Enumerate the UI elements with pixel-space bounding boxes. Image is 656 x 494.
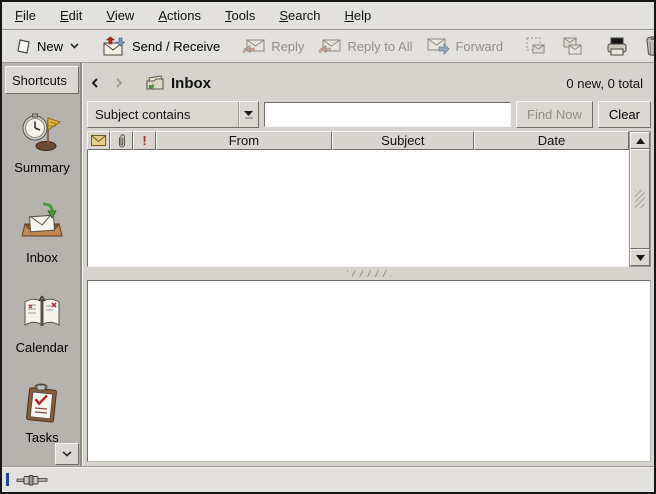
copy-message-icon <box>561 36 583 56</box>
status-bar <box>2 466 654 492</box>
delete-button[interactable] <box>636 31 656 61</box>
sidebar-item-label: Calendar <box>16 340 69 355</box>
attachment-icon <box>118 134 126 148</box>
search-bar: Subject contains Find Now Clear <box>87 101 651 128</box>
folder-title: Inbox <box>171 75 211 92</box>
message-list-area: ! From Subject Date <box>87 131 651 267</box>
reply-button[interactable]: Reply <box>235 33 311 60</box>
reply-all-icon <box>318 37 342 56</box>
calendar-book-icon <box>19 290 65 336</box>
sidebar-item-label: Summary <box>14 160 70 175</box>
reply-label: Reply <box>271 39 304 54</box>
delete-icon <box>643 35 656 57</box>
splitter-grip-icon <box>347 270 391 277</box>
move-message-icon <box>525 36 547 56</box>
scroll-up-button[interactable] <box>630 132 650 149</box>
find-now-button[interactable]: Find Now <box>516 101 593 128</box>
forward-label: Forward <box>455 39 503 54</box>
sidebar-item-calendar[interactable]: Calendar <box>2 290 82 355</box>
reply-to-all-label: Reply to All <box>347 39 412 54</box>
main-toolbar: New Send / Receive <box>2 30 654 63</box>
forward-icon <box>426 37 450 56</box>
evolution-window: File Edit View Actions Tools Search Help… <box>0 0 656 494</box>
summary-clock-icon <box>19 110 65 156</box>
progress-tick <box>6 473 9 486</box>
menu-edit[interactable]: Edit <box>51 3 91 29</box>
content-area: Shortcuts <box>2 63 654 466</box>
mail-view: Inbox 0 new, 0 total Subject contains Fi… <box>83 63 654 466</box>
column-message-status[interactable] <box>87 131 110 150</box>
folder-header: Inbox 0 new, 0 total <box>87 68 651 98</box>
shortcuts-group-button[interactable]: Shortcuts <box>5 66 79 94</box>
message-status-icon <box>91 135 106 146</box>
reply-to-all-button[interactable]: Reply to All <box>311 33 419 60</box>
shortcut-bar-scroll-down-button[interactable] <box>55 443 79 465</box>
column-priority[interactable]: ! <box>133 131 156 150</box>
sidebar-item-label: Tasks <box>25 430 58 445</box>
message-table-header: ! From Subject Date <box>87 131 629 150</box>
message-counts: 0 new, 0 total <box>566 76 647 91</box>
column-subject[interactable]: Subject <box>332 131 474 150</box>
chevron-down-icon <box>70 43 79 49</box>
pane-splitter[interactable] <box>87 267 651 280</box>
move-message-button[interactable] <box>518 32 554 60</box>
menu-view[interactable]: View <box>97 3 143 29</box>
dropdown-arrow-icon <box>238 102 258 127</box>
send-receive-label: Send / Receive <box>132 39 220 54</box>
message-preview-pane[interactable] <box>87 280 651 462</box>
copy-message-button[interactable] <box>554 32 590 60</box>
column-from[interactable]: From <box>156 131 332 150</box>
message-list-body[interactable] <box>87 150 629 267</box>
menu-search[interactable]: Search <box>270 3 329 29</box>
send-receive-button[interactable]: Send / Receive <box>94 32 227 60</box>
tasks-clipboard-icon <box>19 380 65 426</box>
back-button[interactable] <box>91 73 111 93</box>
sidebar-item-inbox[interactable]: Inbox <box>2 200 82 265</box>
search-criteria-dropdown[interactable]: Subject contains <box>87 101 259 128</box>
menu-file[interactable]: File <box>6 3 45 29</box>
reply-icon <box>242 37 266 56</box>
scrollbar-grip <box>635 190 645 208</box>
menu-tools[interactable]: Tools <box>216 3 264 29</box>
print-icon <box>605 36 629 57</box>
shortcut-list: Summary Inbox <box>2 94 82 466</box>
inbox-folder-icon <box>145 74 165 92</box>
new-button[interactable]: New <box>9 34 86 59</box>
sidebar-item-summary[interactable]: Summary <box>2 110 82 175</box>
new-button-label: New <box>37 39 63 54</box>
forward-button[interactable]: Forward <box>419 33 510 60</box>
shortcut-bar: Shortcuts <box>2 63 83 466</box>
sidebar-item-label: Inbox <box>26 250 58 265</box>
menu-bar: File Edit View Actions Tools Search Help <box>2 2 654 30</box>
search-input[interactable] <box>264 102 511 127</box>
message-list-scrollbar <box>629 131 651 267</box>
chevron-down-icon <box>62 451 72 457</box>
clear-button[interactable]: Clear <box>598 101 651 128</box>
column-attachment[interactable] <box>110 131 133 150</box>
scrollbar-thumb[interactable] <box>630 149 650 249</box>
menu-actions[interactable]: Actions <box>149 3 210 29</box>
search-criteria-value: Subject contains <box>88 107 238 122</box>
plug-connector-icon[interactable] <box>16 473 50 487</box>
menu-help[interactable]: Help <box>336 3 381 29</box>
message-table: ! From Subject Date <box>87 131 629 267</box>
sidebar-item-tasks[interactable]: Tasks <box>2 380 82 445</box>
print-button[interactable] <box>598 32 636 61</box>
scroll-down-button[interactable] <box>630 249 650 266</box>
forward-nav-button[interactable] <box>115 73 135 93</box>
priority-icon: ! <box>142 133 146 148</box>
column-date[interactable]: Date <box>474 131 629 150</box>
new-message-icon <box>16 38 32 55</box>
send-receive-icon <box>101 36 127 56</box>
inbox-tray-icon <box>19 200 65 246</box>
